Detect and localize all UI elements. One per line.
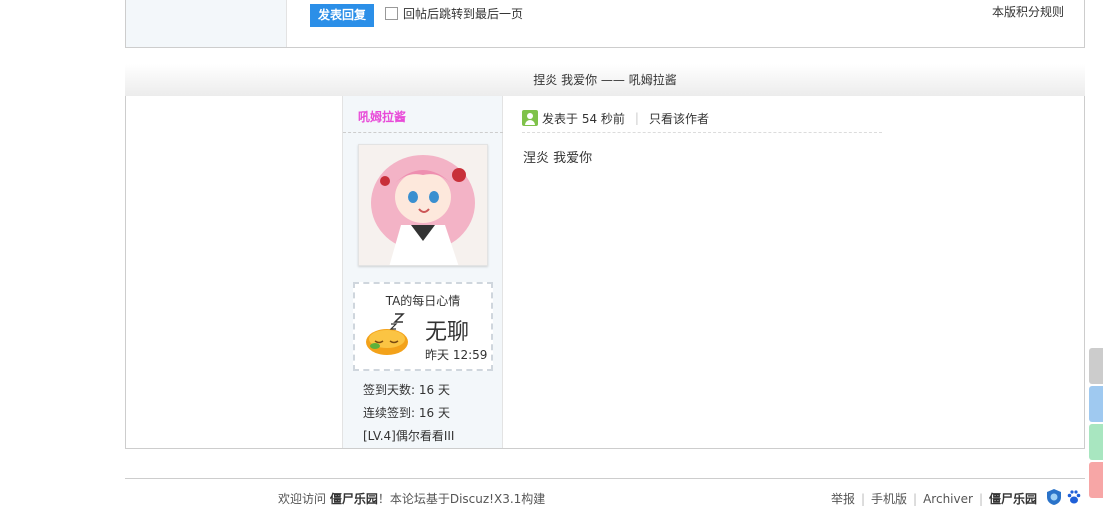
bored-mood-icon (366, 313, 408, 355)
continuous-checkin: 连续签到: 16 天 (363, 406, 450, 420)
checkin-days: 签到天数: 16 天 (363, 383, 450, 397)
mood-text: 无聊 (425, 320, 470, 345)
user-level[interactable]: [LV.4]偶尔看看III (363, 427, 454, 444)
welcome-prefix: 欢迎访问 (278, 492, 330, 506)
post-reply-button[interactable]: 发表回复 (310, 4, 375, 27)
footer-separator: | (978, 491, 983, 506)
thread-title: 捏炎 我爱你 —— 吼姆拉酱 (533, 73, 677, 87)
jump-last-page-checkbox[interactable] (385, 7, 398, 20)
credit-rules-link[interactable]: 本版积分规则 (992, 3, 1064, 20)
post-meta: 发表于 54 秒前 | 只看该作者 (522, 108, 709, 128)
post-meta-divider (522, 132, 882, 133)
footer-links: 举报 | 手机版 | Archiver | 僵尸乐园 (831, 490, 1037, 507)
footer-welcome: 欢迎访问 僵尸乐园！本论坛基于Discuz!X3.1构建 (278, 490, 545, 507)
reply-form-bottom: 发表回复 回帖后跳转到最后一页 本版积分规则 (125, 0, 1085, 48)
reply-form-side (126, 0, 287, 47)
daily-mood-box: TA的每日心情 无聊 昨天 12:59 (353, 282, 493, 371)
baidu-paw-icon[interactable] (1066, 488, 1082, 506)
float-tab-share[interactable] (1089, 386, 1103, 422)
float-tab-reply[interactable] (1089, 424, 1103, 460)
archiver-link[interactable]: Archiver (923, 492, 973, 506)
author-panel: 吼姆拉酱 TA的每日心情 无聊 昨天 12:59 签到天数: 16 天 连续签到… (342, 96, 503, 448)
footer-separator: | (913, 491, 918, 506)
post-content: 涅炎 我爱你 (523, 151, 593, 166)
post: 吼姆拉酱 TA的每日心情 无聊 昨天 12:59 签到天数: 16 天 连续签到… (125, 96, 1085, 449)
meta-separator: | (634, 111, 639, 125)
float-tab-favorite[interactable] (1089, 462, 1103, 498)
online-user-icon (522, 110, 538, 126)
security-shield-icon[interactable] (1046, 488, 1062, 506)
post-time: 发表于 54 秒前 (542, 111, 625, 126)
footer-separator: | (860, 491, 866, 506)
avatar[interactable] (358, 144, 488, 266)
site-name-footer-link[interactable]: 僵尸乐园 (989, 490, 1037, 507)
mood-time: 昨天 12:59 (425, 348, 488, 362)
mood-title: TA的每日心情 (385, 294, 461, 308)
footer-divider (125, 478, 1085, 479)
author-divider (343, 132, 503, 133)
author-name-link[interactable]: 吼姆拉酱 (358, 108, 406, 125)
jump-last-page-label[interactable]: 回帖后跳转到最后一页 (403, 5, 523, 22)
thread-title-bar: 捏炎 我爱你 —— 吼姆拉酱 (125, 64, 1085, 97)
welcome-suffix: ！本论坛基于Discuz!X3.1构建 (377, 492, 546, 506)
site-name-link[interactable]: 僵尸乐园 (330, 492, 378, 506)
float-tab-top[interactable] (1089, 348, 1103, 384)
report-link[interactable]: 举报 (831, 490, 855, 507)
avatar-image (359, 145, 487, 265)
only-author-link[interactable]: 只看该作者 (649, 110, 709, 127)
mobile-link[interactable]: 手机版 (871, 490, 907, 507)
